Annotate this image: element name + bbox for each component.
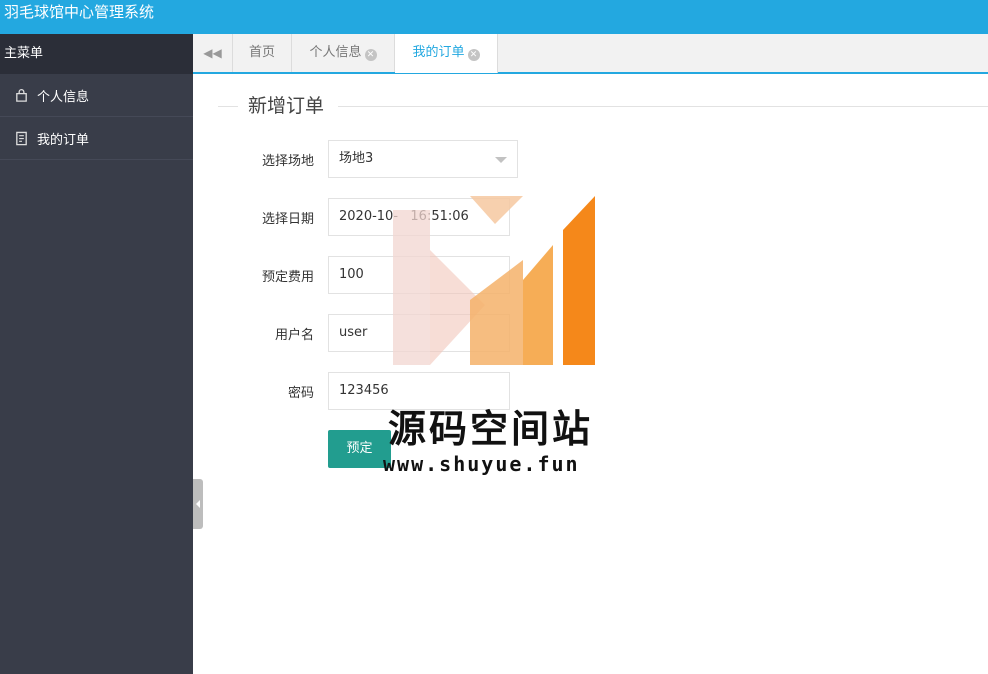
venue-label: 选择场地 (261, 154, 314, 169)
form-legend: 新增订单 (248, 95, 325, 117)
fee-field[interactable]: 100 (328, 256, 510, 294)
close-icon[interactable]: ✕ (364, 49, 377, 61)
document-icon (13, 130, 29, 146)
venue-select[interactable]: 场地3 (328, 140, 518, 178)
sidebar-item-label: 个人信息 (37, 89, 90, 105)
fieldset-divider (218, 106, 238, 107)
username-label: 用户名 (274, 328, 314, 343)
tab-home[interactable]: 首页 (233, 34, 292, 72)
top-header: 羽毛球馆中心管理系统 (0, 0, 988, 34)
double-left-arrow-icon: ◀◀ (203, 46, 222, 60)
date-label: 选择日期 (261, 212, 314, 227)
watermark-title: 源码空间站 (388, 407, 594, 451)
sidebar-header: 主菜单 (0, 34, 193, 74)
bag-icon (13, 87, 29, 103)
chevron-down-icon (495, 157, 507, 163)
app-title: 羽毛球馆中心管理系统 (4, 3, 155, 21)
sidebar: 主菜单 个人信息 我的订单 (0, 34, 193, 674)
close-icon[interactable]: ✕ (467, 49, 480, 61)
book-button[interactable]: 预定 (328, 430, 391, 468)
fieldset-divider (338, 106, 988, 107)
date-field[interactable]: 2020-10- 16:51:06 (328, 198, 510, 236)
tab-label: 个人信息 (309, 45, 362, 60)
tab-orders[interactable]: 我的订单 ✕ (395, 34, 498, 73)
sidebar-item-profile[interactable]: 个人信息 (0, 74, 193, 117)
username-field[interactable]: user (328, 314, 510, 352)
sidebar-item-label: 我的订单 (37, 132, 90, 148)
password-label: 密码 (287, 386, 314, 401)
tab-label: 首页 (248, 45, 275, 60)
tab-bar: ◀◀ 首页 个人信息 ✕ 我的订单 ✕ (193, 34, 988, 74)
tab-label: 我的订单 (412, 45, 465, 60)
watermark-url: www.shuyue.fun (383, 452, 580, 476)
tab-profile[interactable]: 个人信息 ✕ (292, 34, 395, 72)
venue-value: 场地3 (339, 151, 374, 166)
sidebar-collapse-handle[interactable] (193, 479, 203, 529)
tab-scroll-left-button[interactable]: ◀◀ (193, 34, 233, 72)
fee-label: 预定费用 (261, 270, 314, 285)
sidebar-item-orders[interactable]: 我的订单 (0, 117, 193, 160)
